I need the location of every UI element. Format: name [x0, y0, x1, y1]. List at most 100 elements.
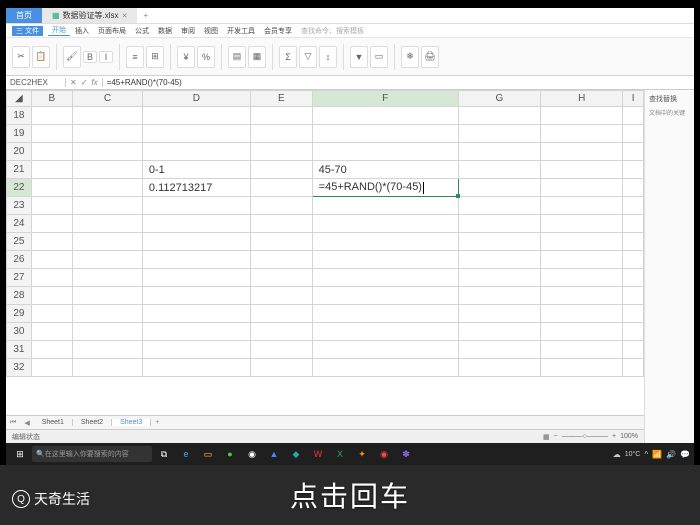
- row-header[interactable]: 32: [7, 359, 32, 377]
- percent-button[interactable]: %: [197, 46, 215, 68]
- tab-new-icon[interactable]: +: [137, 11, 154, 20]
- conditional-button[interactable]: ▤: [228, 46, 246, 68]
- tray-chevron-icon[interactable]: ^: [644, 450, 648, 459]
- menu-dev[interactable]: 开发工具: [223, 26, 259, 36]
- zoom-out-icon[interactable]: −: [554, 433, 558, 440]
- sort-button[interactable]: ↕: [319, 46, 337, 68]
- explorer-icon[interactable]: ▭: [198, 446, 218, 462]
- watermark-icon: Q: [12, 490, 30, 508]
- menu-view[interactable]: 视图: [200, 26, 222, 36]
- menu-search[interactable]: 查找命令、搜索模板: [297, 26, 368, 36]
- row-header[interactable]: 24: [7, 215, 32, 233]
- app-icon-orange[interactable]: ✦: [352, 446, 372, 462]
- sheet-tab-3[interactable]: Sheet3: [112, 419, 151, 426]
- row-header[interactable]: 21: [7, 161, 32, 179]
- menu-start[interactable]: 开始: [48, 25, 70, 36]
- chrome-icon[interactable]: ◉: [242, 446, 262, 462]
- menu-formula[interactable]: 公式: [131, 26, 153, 36]
- start-button[interactable]: ⊞: [10, 446, 30, 462]
- col-header-E[interactable]: E: [250, 91, 312, 107]
- filter-button[interactable]: ▽: [299, 46, 317, 68]
- row-header[interactable]: 22: [7, 179, 32, 197]
- menu-review[interactable]: 审阅: [177, 26, 199, 36]
- task-view-icon[interactable]: ⧉: [154, 446, 174, 462]
- col-header-D[interactable]: D: [142, 91, 250, 107]
- menu-file[interactable]: 三 文件: [12, 26, 43, 36]
- view-mode-icon[interactable]: ▦: [543, 433, 550, 441]
- row-header[interactable]: 19: [7, 125, 32, 143]
- freeze-button[interactable]: ❄: [401, 46, 419, 68]
- cell-D21[interactable]: 0-1: [142, 161, 250, 179]
- sheet-tab-2[interactable]: Sheet2: [73, 419, 112, 426]
- tab-document-label: 数据验证等.xlsx: [63, 10, 119, 21]
- row-header[interactable]: 20: [7, 143, 32, 161]
- col-header-F[interactable]: F: [312, 91, 458, 107]
- zoom-value[interactable]: 100%: [620, 433, 638, 440]
- sheet-tab-1[interactable]: Sheet1: [34, 419, 73, 426]
- row-header[interactable]: 31: [7, 341, 32, 359]
- col-header-B[interactable]: B: [31, 91, 72, 107]
- format-paint-button[interactable]: 🖌: [63, 46, 81, 68]
- sheet-nav-first-icon[interactable]: ⏮: [6, 419, 20, 427]
- paste-button[interactable]: 📋: [32, 46, 50, 68]
- merge-button[interactable]: ⊞: [146, 46, 164, 68]
- sheet-add-icon[interactable]: +: [151, 419, 163, 426]
- rows-cols-button[interactable]: ▭: [370, 46, 388, 68]
- menu-insert[interactable]: 插入: [71, 26, 93, 36]
- row-header[interactable]: 25: [7, 233, 32, 251]
- italic-button[interactable]: I: [99, 51, 113, 63]
- excel-icon[interactable]: X: [330, 446, 350, 462]
- formula-input[interactable]: =45+RAND()*(70-45): [103, 78, 186, 87]
- zoom-slider[interactable]: ———○———: [562, 433, 608, 440]
- cell-F21[interactable]: 45-70: [312, 161, 458, 179]
- table-style-button[interactable]: ▦: [248, 46, 266, 68]
- wifi-icon[interactable]: 📶: [652, 450, 662, 459]
- tab-close-icon[interactable]: ✕: [122, 12, 128, 20]
- bold-button[interactable]: B: [83, 51, 97, 63]
- app-icon-red[interactable]: ◉: [374, 446, 394, 462]
- app-icon-purple[interactable]: ✽: [396, 446, 416, 462]
- formula-cancel-icon[interactable]: ✕: [70, 78, 77, 87]
- app-icon-teal[interactable]: ◆: [286, 446, 306, 462]
- sheet-nav-prev-icon[interactable]: ◀: [20, 419, 33, 427]
- row-header[interactable]: 26: [7, 251, 32, 269]
- app-icon-blue[interactable]: ▲: [264, 446, 284, 462]
- wps-icon[interactable]: W: [308, 446, 328, 462]
- col-header-G[interactable]: G: [458, 91, 540, 107]
- cut-button[interactable]: ✂: [12, 46, 30, 68]
- taskbar-search[interactable]: 🔍 在这里输入你要搜索的内容: [32, 446, 152, 462]
- volume-icon[interactable]: 🔊: [666, 450, 676, 459]
- notification-icon[interactable]: 💬: [680, 450, 690, 459]
- cell-F22-editing[interactable]: =45+RAND()*(70-45): [312, 179, 458, 197]
- col-header-I[interactable]: I: [623, 91, 644, 107]
- row-header[interactable]: 28: [7, 287, 32, 305]
- menu-data[interactable]: 数据: [154, 26, 176, 36]
- number-format-button[interactable]: ¥: [177, 46, 195, 68]
- fx-icon[interactable]: fx: [91, 78, 97, 87]
- row-header[interactable]: 27: [7, 269, 32, 287]
- menu-vip[interactable]: 会员专享: [260, 26, 296, 36]
- name-box[interactable]: DEC2HEX: [6, 78, 66, 87]
- zoom-in-icon[interactable]: +: [612, 433, 616, 440]
- system-tray[interactable]: ☁ 10°C ^ 📶 🔊 💬: [613, 450, 690, 459]
- cell-D22[interactable]: 0.112713217: [142, 179, 250, 197]
- row-header[interactable]: 23: [7, 197, 32, 215]
- spreadsheet-grid[interactable]: ◢ B C D E F G H I 18 19 20: [6, 90, 644, 415]
- align-left-button[interactable]: ≡: [126, 46, 144, 68]
- col-header-C[interactable]: C: [72, 91, 142, 107]
- weather-icon: ☁: [613, 450, 621, 459]
- row-header[interactable]: 29: [7, 305, 32, 323]
- fill-button[interactable]: ▼: [350, 46, 368, 68]
- tab-home[interactable]: 首页: [6, 8, 42, 23]
- print-button[interactable]: 🖨: [421, 46, 439, 68]
- formula-accept-icon[interactable]: ✓: [81, 78, 88, 87]
- row-header[interactable]: 18: [7, 107, 32, 125]
- edge-icon[interactable]: e: [176, 446, 196, 462]
- row-header[interactable]: 30: [7, 323, 32, 341]
- col-header-H[interactable]: H: [541, 91, 623, 107]
- select-all-corner[interactable]: ◢: [7, 91, 32, 107]
- sum-button[interactable]: Σ: [279, 46, 297, 68]
- tab-document[interactable]: ▦ 数据验证等.xlsx ✕: [42, 8, 137, 23]
- app-icon[interactable]: ●: [220, 446, 240, 462]
- menu-layout[interactable]: 页面布局: [94, 26, 130, 36]
